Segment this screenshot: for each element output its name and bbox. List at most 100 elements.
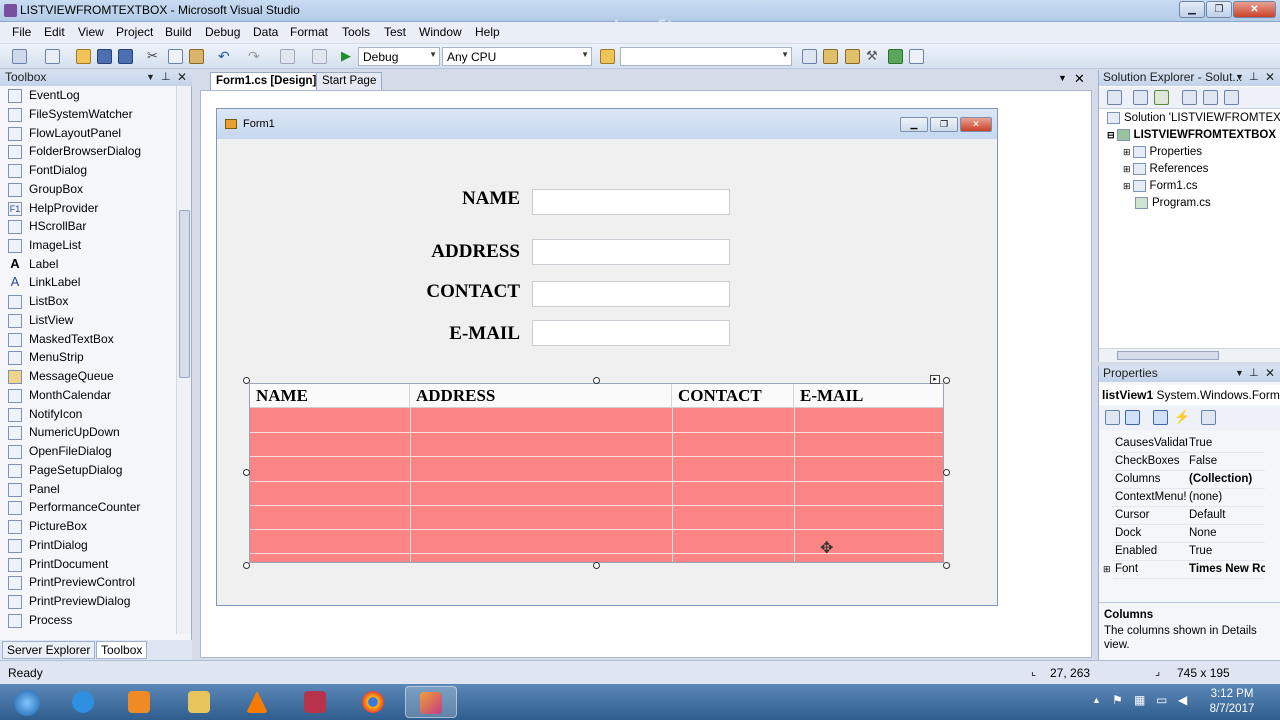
smart-tag-icon[interactable]: ▸ <box>930 375 940 384</box>
restore-button[interactable]: ❐ <box>1206 1 1232 18</box>
toolbox-item[interactable]: PrintDocument <box>8 555 108 573</box>
network-icon[interactable]: ▦ <box>1134 693 1145 707</box>
toolbox-item[interactable]: A LinkLabel <box>8 273 81 291</box>
new-project-icon[interactable] <box>12 49 27 64</box>
volume-icon[interactable]: ◀ <box>1178 693 1187 707</box>
solution-platform-select[interactable]: Any CPU ▼ <box>442 47 592 66</box>
menu-view[interactable]: View <box>78 25 104 39</box>
refresh-icon[interactable] <box>1154 90 1169 105</box>
menu-edit[interactable]: Edit <box>44 25 65 39</box>
column-header-name[interactable]: NAME <box>250 384 410 408</box>
toolbox-item[interactable]: FontDialog <box>8 161 87 179</box>
close-icon[interactable]: ✕ <box>177 70 187 85</box>
navigate-backward-icon[interactable] <box>280 49 295 64</box>
close-document-icon[interactable]: ✕ <box>1074 71 1085 87</box>
add-item-icon[interactable] <box>45 49 60 64</box>
show-hidden-icons[interactable]: ▲ <box>1092 695 1101 705</box>
taskbar-vlc[interactable] <box>232 686 284 718</box>
clock[interactable]: 3:12 PM 8/7/2017 <box>1200 687 1264 717</box>
form-minimize-button[interactable]: ▁ <box>900 117 928 132</box>
toolbox-item[interactable]: A Label <box>8 255 58 273</box>
tree-program[interactable]: Program.cs <box>1135 197 1211 209</box>
toolbox-item[interactable]: GroupBox <box>8 180 83 198</box>
email-textbox[interactable] <box>532 320 730 346</box>
expand-icon[interactable]: ⊞ <box>1123 164 1131 174</box>
toolbox-item[interactable]: OpenFileDialog <box>8 442 112 460</box>
property-value[interactable]: True <box>1189 435 1265 452</box>
auto-hide-pin-icon[interactable]: ⊥ <box>161 70 171 85</box>
auto-hide-pin-icon[interactable]: ⊥ <box>1249 366 1259 381</box>
save-icon[interactable] <box>97 49 112 64</box>
toolbox-item[interactable]: PictureBox <box>8 517 87 535</box>
menu-help[interactable]: Help <box>475 25 500 39</box>
alphabetical-icon[interactable] <box>1125 410 1140 425</box>
toolbox-item[interactable]: ImageList <box>8 236 81 254</box>
resize-handle[interactable] <box>943 377 950 384</box>
property-value[interactable]: False <box>1189 453 1265 470</box>
toolbox-item[interactable]: PrintPreviewDialog <box>8 592 130 610</box>
properties-icon[interactable] <box>1107 90 1122 105</box>
window-position-icon[interactable]: ▼ <box>146 70 155 85</box>
open-folder-icon[interactable] <box>76 49 91 64</box>
property-row[interactable]: Enabled True <box>1113 543 1265 561</box>
close-icon[interactable]: ✕ <box>1265 366 1275 381</box>
column-header-contact[interactable]: CONTACT <box>672 384 794 408</box>
toolbox-item[interactable]: NotifyIcon <box>8 405 82 423</box>
property-value[interactable]: Default <box>1189 507 1265 524</box>
column-header-address[interactable]: ADDRESS <box>410 384 672 408</box>
find-in-files-icon[interactable] <box>600 49 615 64</box>
battery-icon[interactable]: ▭ <box>1156 693 1167 707</box>
property-pages-icon[interactable] <box>1201 410 1216 425</box>
close-icon[interactable]: ✕ <box>1265 70 1275 85</box>
undo-icon[interactable]: ↶ <box>218 49 233 64</box>
active-files-icon[interactable]: ▼ <box>1058 73 1067 83</box>
toolbox-item[interactable]: PerformanceCounter <box>8 498 140 516</box>
expand-icon[interactable]: ⊞ <box>1123 147 1131 157</box>
toolbox-item[interactable]: MaskedTextBox <box>8 330 114 348</box>
column-header-email[interactable]: E-MAIL <box>794 384 943 408</box>
toolbox-item[interactable]: FileSystemWatcher <box>8 105 133 123</box>
close-button[interactable]: ✕ <box>1233 1 1276 18</box>
horizontal-scrollbar[interactable] <box>1099 348 1280 362</box>
menu-test[interactable]: Test <box>384 25 406 39</box>
cut-icon[interactable]: ✂ <box>147 49 162 64</box>
tree-references[interactable]: ⊞ References <box>1123 163 1208 175</box>
view-code-icon[interactable] <box>1182 90 1197 105</box>
toolbox-item[interactable]: HScrollBar <box>8 217 86 235</box>
property-row[interactable]: Columns (Collection) <box>1113 471 1265 489</box>
toolbox-scrollbar[interactable] <box>176 86 191 634</box>
copy-icon[interactable] <box>168 49 183 64</box>
form-maximize-button[interactable]: ❐ <box>930 117 958 132</box>
toolbox-item[interactable]: EventLog <box>8 86 80 104</box>
resize-handle[interactable] <box>243 469 250 476</box>
taskbar-media-player[interactable] <box>114 686 166 718</box>
tree-properties[interactable]: ⊞ Properties <box>1123 146 1202 158</box>
resize-handle[interactable] <box>943 562 950 569</box>
redo-icon[interactable]: ↷ <box>248 49 263 64</box>
categorized-icon[interactable] <box>1105 410 1120 425</box>
toolbox-item[interactable]: Panel <box>8 480 60 498</box>
property-value[interactable]: (Collection) <box>1189 471 1265 488</box>
menu-format[interactable]: Format <box>290 25 328 39</box>
toolbox-item[interactable]: ListBox <box>8 292 68 310</box>
property-value[interactable]: (none) <box>1189 489 1265 506</box>
paste-icon[interactable] <box>189 49 204 64</box>
property-row[interactable]: Cursor Default <box>1113 507 1265 525</box>
menu-window[interactable]: Window <box>419 25 462 39</box>
menu-data[interactable]: Data <box>253 25 278 39</box>
property-row[interactable]: CheckBoxes False <box>1113 453 1265 471</box>
address-textbox[interactable] <box>532 239 730 265</box>
expand-icon[interactable]: ⊞ <box>1103 561 1111 578</box>
properties-window-icon[interactable] <box>845 49 860 64</box>
save-all-icon[interactable] <box>118 49 133 64</box>
toolbox-item[interactable]: FolderBrowserDialog <box>8 142 141 160</box>
resize-handle[interactable] <box>243 377 250 384</box>
menu-debug[interactable]: Debug <box>205 25 240 39</box>
events-icon[interactable]: ⚡ <box>1174 410 1190 425</box>
taskbar-access[interactable] <box>290 686 342 718</box>
property-row[interactable]: CausesValidat True <box>1113 435 1265 453</box>
toolbox-item[interactable]: NumericUpDown <box>8 423 120 441</box>
window-position-icon[interactable]: ▼ <box>1235 70 1244 85</box>
toolbox-item[interactable]: PrintPreviewControl <box>8 573 135 591</box>
property-row[interactable]: ContextMenu! (none) <box>1113 489 1265 507</box>
